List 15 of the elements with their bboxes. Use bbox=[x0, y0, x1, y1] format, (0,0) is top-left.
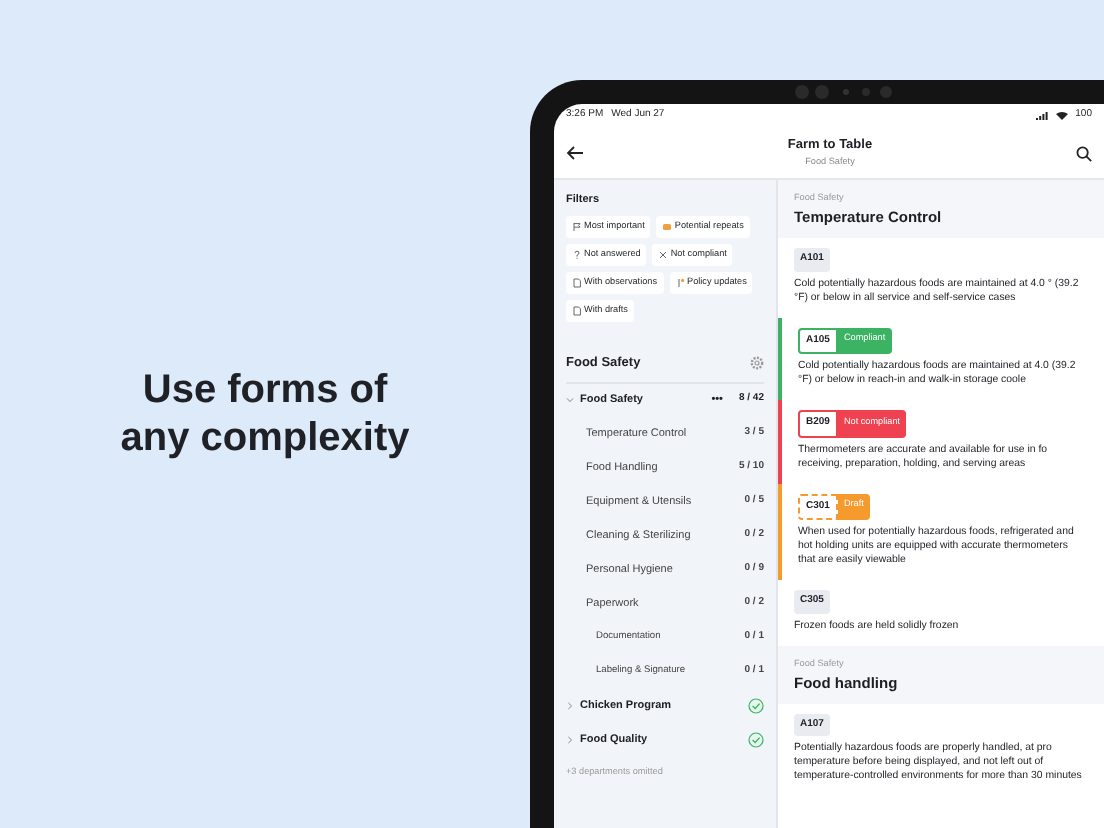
wifi-icon bbox=[1055, 112, 1068, 120]
signal-icon bbox=[1035, 112, 1048, 120]
flag-icon bbox=[572, 222, 582, 233]
cross-icon bbox=[658, 250, 669, 261]
chevron-right-icon[interactable] bbox=[566, 702, 574, 711]
search-icon[interactable] bbox=[1076, 145, 1092, 161]
headline: Use forms of any complexity bbox=[118, 366, 412, 462]
policy-icon bbox=[675, 277, 686, 288]
repeat-icon bbox=[662, 222, 673, 233]
document-icon bbox=[572, 305, 582, 316]
back-arrow-icon[interactable] bbox=[566, 146, 584, 160]
document-icon bbox=[572, 277, 582, 288]
chevron-right-icon[interactable] bbox=[566, 736, 574, 745]
question-icon bbox=[572, 250, 582, 261]
settings-icon[interactable] bbox=[750, 356, 764, 371]
